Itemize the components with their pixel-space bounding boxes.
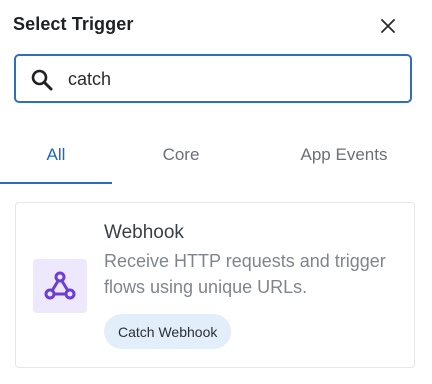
dialog-header: Select Trigger xyxy=(0,0,432,52)
search-icon xyxy=(31,69,53,91)
search-box[interactable] xyxy=(14,54,412,103)
dialog-title: Select Trigger xyxy=(13,14,134,34)
trigger-chip-catch-webhook[interactable]: Catch Webhook xyxy=(104,314,232,349)
tab-core[interactable]: Core xyxy=(125,128,237,182)
close-button[interactable] xyxy=(376,14,400,38)
search-input[interactable] xyxy=(68,65,398,93)
result-description: Receive HTTP requests and trigger flows … xyxy=(104,251,386,297)
tab-all[interactable]: All xyxy=(0,128,112,184)
webhook-icon xyxy=(44,271,76,300)
result-name: Webhook xyxy=(104,222,184,243)
tab-app-events[interactable]: App Events xyxy=(287,128,401,182)
close-icon[interactable] xyxy=(381,19,395,33)
result-card-webhook[interactable]: Webhook Receive HTTP requests and trigge… xyxy=(15,202,415,368)
tab-bar: All Core App Events xyxy=(0,128,432,184)
webhook-logo xyxy=(33,259,87,313)
